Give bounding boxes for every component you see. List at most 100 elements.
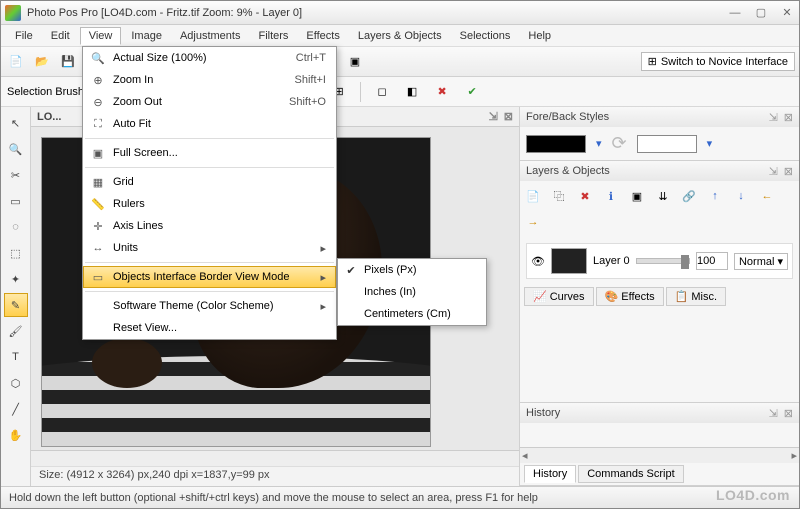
tab-history[interactable]: History: [524, 465, 576, 483]
sel-action-2[interactable]: ◧: [401, 81, 423, 103]
menu-auto-fit[interactable]: ⛶Auto Fit: [83, 113, 336, 135]
layer-right[interactable]: →: [522, 211, 544, 233]
hand-tool[interactable]: ✋: [4, 423, 28, 447]
panel-collapse-icon[interactable]: ⇲: [769, 407, 778, 420]
menu-units[interactable]: ↔Units▸: [83, 237, 336, 259]
crop-tool[interactable]: ✂: [4, 163, 28, 187]
menu-border-view-mode[interactable]: ▭Objects Interface Border View Mode▸: [83, 266, 336, 288]
menu-grid[interactable]: ▦Grid: [83, 171, 336, 193]
submenu-arrow-icon: ▸: [320, 300, 326, 313]
panel-close-icon[interactable]: ⊠: [784, 165, 793, 178]
toggle-icon: ⊞: [648, 55, 657, 68]
axis-icon: ✛: [89, 218, 107, 234]
tab-effects[interactable]: 🎨 Effects: [596, 287, 664, 306]
tab-commands-script[interactable]: Commands Script: [578, 465, 683, 483]
brush-tool[interactable]: 🖌: [4, 319, 28, 343]
menu-zoom-in[interactable]: ⊕Zoom InShift+I: [83, 69, 336, 91]
line-tool[interactable]: ╱: [4, 397, 28, 421]
layer-info[interactable]: ℹ: [600, 185, 622, 207]
maximize-button[interactable]: ▢: [753, 6, 769, 20]
menu-layers[interactable]: Layers & Objects: [350, 28, 450, 44]
layer-link[interactable]: 🔗: [678, 185, 700, 207]
frame-icon[interactable]: ▣: [344, 51, 366, 73]
layer-thumb: [551, 248, 587, 274]
shape-tool[interactable]: ⬡: [4, 371, 28, 395]
menu-zoom-out[interactable]: ⊖Zoom OutShift+O: [83, 91, 336, 113]
app-icon: [5, 5, 21, 21]
layer-down[interactable]: ↓: [730, 185, 752, 207]
menu-full-screen[interactable]: ▣Full Screen...: [83, 142, 336, 164]
horizontal-scrollbar[interactable]: [31, 450, 519, 466]
tab-misc[interactable]: 📋 Misc.: [666, 287, 726, 306]
panel-close-icon[interactable]: ⊠: [784, 407, 793, 420]
fullscreen-icon: ▣: [89, 145, 107, 161]
blend-mode-select[interactable]: Normal ▾: [734, 253, 788, 270]
layer-left[interactable]: ←: [756, 185, 778, 207]
panel-close-icon[interactable]: ⊠: [784, 111, 793, 124]
units-icon: ↔: [89, 240, 107, 256]
foreback-panel-header[interactable]: Fore/Back Styles ⇲⊠: [520, 107, 799, 127]
history-scrollbar[interactable]: ◂▸: [520, 447, 799, 463]
lasso-tool[interactable]: ◌: [4, 215, 28, 239]
menu-axis-lines[interactable]: ✛Axis Lines: [83, 215, 336, 237]
menu-edit[interactable]: Edit: [43, 28, 78, 44]
status-bar: Hold down the left button (optional +shi…: [1, 486, 799, 508]
layer-new[interactable]: 📄: [522, 185, 544, 207]
sel-apply[interactable]: ✔: [461, 81, 483, 103]
menu-units-pixels[interactable]: ✔Pixels (Px): [338, 259, 486, 281]
sel-clear[interactable]: ✖: [431, 81, 453, 103]
menu-units-inches[interactable]: Inches (In): [338, 281, 486, 303]
minimize-button[interactable]: —: [727, 6, 743, 20]
layer-up[interactable]: ↑: [704, 185, 726, 207]
menu-adjustments[interactable]: Adjustments: [172, 28, 249, 44]
panel-collapse-icon[interactable]: ⇲: [769, 111, 778, 124]
layers-panel-header[interactable]: Layers & Objects ⇲⊠: [520, 161, 799, 181]
layer-merge[interactable]: ⇊: [652, 185, 674, 207]
menu-actual-size[interactable]: 🔍Actual Size (100%)Ctrl+T: [83, 47, 336, 69]
back-swatch[interactable]: [637, 135, 697, 153]
menu-image[interactable]: Image: [123, 28, 170, 44]
menu-units-centimeters[interactable]: Centimeters (Cm): [338, 303, 486, 325]
eyedropper-tool[interactable]: ✎: [4, 293, 28, 317]
wand-tool[interactable]: ✦: [4, 267, 28, 291]
menu-help[interactable]: Help: [520, 28, 559, 44]
menu-file[interactable]: File: [7, 28, 41, 44]
panel-collapse-icon[interactable]: ⇲: [769, 165, 778, 178]
layer-mask[interactable]: ▣: [626, 185, 648, 207]
doc-close-icon[interactable]: ⊠: [504, 110, 513, 123]
new-button[interactable]: 📄: [5, 51, 27, 73]
zoom-tool[interactable]: 🔍: [4, 137, 28, 161]
rect-tool[interactable]: ▭: [4, 189, 28, 213]
menu-software-theme[interactable]: Software Theme (Color Scheme)▸: [83, 295, 336, 317]
menu-effects[interactable]: Effects: [298, 28, 347, 44]
fore-swatch[interactable]: [526, 135, 586, 153]
select-tool[interactable]: ⬚: [4, 241, 28, 265]
menu-view[interactable]: View: [80, 27, 122, 45]
close-button[interactable]: ✕: [779, 6, 795, 20]
novice-toggle-button[interactable]: ⊞ Switch to Novice Interface: [641, 52, 795, 71]
sel-action-1[interactable]: ◻: [371, 81, 393, 103]
save-button[interactable]: 💾: [57, 51, 79, 73]
layer-dup[interactable]: ⿻: [548, 185, 570, 207]
move-tool[interactable]: ↖: [4, 111, 28, 135]
menu-rulers[interactable]: 📏Rulers: [83, 193, 336, 215]
zoom-out-icon: ⊖: [89, 94, 107, 110]
opacity-input[interactable]: [696, 252, 728, 270]
history-panel-header[interactable]: History ⇲⊠: [520, 403, 799, 423]
submenu-arrow-icon: ▸: [320, 242, 326, 255]
menubar: File Edit View Image Adjustments Filters…: [1, 25, 799, 47]
tab-curves[interactable]: 📈 Curves: [524, 287, 594, 306]
menu-selections[interactable]: Selections: [452, 28, 519, 44]
layer-del[interactable]: ✖: [574, 185, 596, 207]
opacity-slider[interactable]: [636, 258, 690, 264]
doc-pin-icon[interactable]: ⇲: [489, 110, 498, 123]
menu-filters[interactable]: Filters: [250, 28, 296, 44]
layer-row[interactable]: 👁 Layer 0 Normal ▾: [526, 243, 793, 279]
swap-icon[interactable]: ⟳: [612, 133, 627, 154]
layers-toolbar: 📄 ⿻ ✖ ℹ ▣ ⇊ 🔗 ↑ ↓ ← →: [520, 181, 799, 237]
text-tool[interactable]: T: [4, 345, 28, 369]
open-button[interactable]: 📂: [31, 51, 53, 73]
visibility-icon[interactable]: 👁: [531, 255, 545, 268]
menu-reset-view[interactable]: Reset View...: [83, 317, 336, 339]
check-icon: ✔: [344, 264, 358, 277]
